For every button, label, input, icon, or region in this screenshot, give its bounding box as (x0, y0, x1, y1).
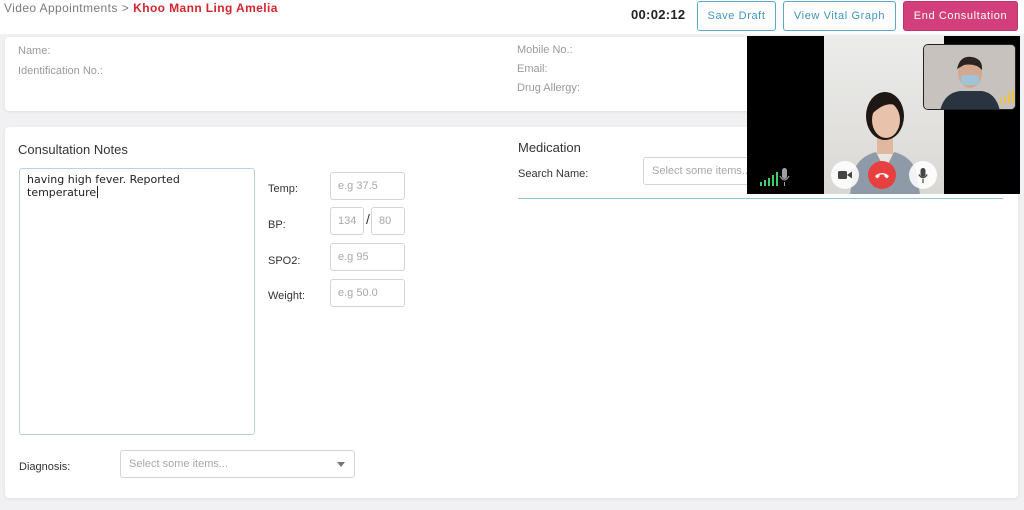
weight-input[interactable]: e.g 50.0 (330, 279, 405, 307)
self-view-video (923, 44, 1016, 110)
consultation-timer: 00:02:12 (631, 7, 686, 22)
breadcrumb: Video Appointments > Khoo Mann Ling Amelia (4, 1, 278, 15)
camera-icon (838, 171, 852, 179)
camera-toggle-button[interactable] (831, 161, 859, 189)
consultation-notes-textarea[interactable]: having high fever. Reported temperature (19, 168, 255, 435)
consultation-notes-title: Consultation Notes (18, 142, 128, 157)
end-consultation-button[interactable]: End Consultation (903, 1, 1018, 31)
bp-separator: / (366, 211, 370, 227)
search-name-label: Search Name: (518, 168, 589, 180)
spo2-input[interactable]: e.g 95 (330, 243, 405, 271)
hang-up-button[interactable] (868, 161, 896, 189)
chevron-down-icon (337, 462, 345, 467)
save-draft-button[interactable]: Save Draft (697, 1, 776, 31)
microphone-icon (918, 167, 928, 183)
microphone-toggle-button[interactable] (909, 161, 937, 189)
email-label: Email: (517, 63, 548, 75)
video-call-window[interactable] (747, 36, 1020, 194)
bp-diastolic-input[interactable]: 80 (371, 207, 405, 235)
spo2-label: SPO2: (268, 255, 301, 267)
diagnosis-select[interactable]: Select some items... (120, 450, 355, 478)
breadcrumb-separator: > (121, 1, 130, 15)
view-vital-graph-button[interactable]: View Vital Graph (783, 1, 896, 31)
weight-label: Weight: (268, 290, 306, 302)
breadcrumb-patient-name: Khoo Mann Ling Amelia (133, 1, 278, 15)
signal-strength-icon (760, 168, 790, 186)
bp-label: BP: (268, 219, 286, 231)
consultation-notes-text: having high fever. Reported temperature (27, 173, 180, 199)
medication-divider (518, 198, 1003, 199)
medication-title: Medication (518, 140, 581, 155)
top-bar: Video Appointments > Khoo Mann Ling Amelia… (0, 0, 1024, 34)
drug-allergy-label: Drug Allergy: (517, 82, 580, 94)
mobile-label: Mobile No.: (517, 44, 573, 56)
breadcrumb-video-appointments[interactable]: Video Appointments (4, 1, 118, 15)
temp-label: Temp: (268, 183, 298, 195)
text-cursor (97, 186, 99, 198)
medication-search-select[interactable]: Select some items... (643, 157, 761, 185)
diagnosis-select-placeholder: Select some items... (129, 458, 229, 470)
hang-up-icon (875, 173, 889, 179)
identification-label: Identification No.: (18, 65, 103, 77)
bp-systolic-input[interactable]: 134 (330, 207, 364, 235)
name-label: Name: (18, 45, 51, 57)
medication-search-placeholder: Select some items... (652, 165, 752, 177)
temp-input[interactable]: e.g 37.5 (330, 172, 405, 200)
diagnosis-label: Diagnosis: (19, 461, 71, 473)
self-view-image (924, 45, 1015, 109)
